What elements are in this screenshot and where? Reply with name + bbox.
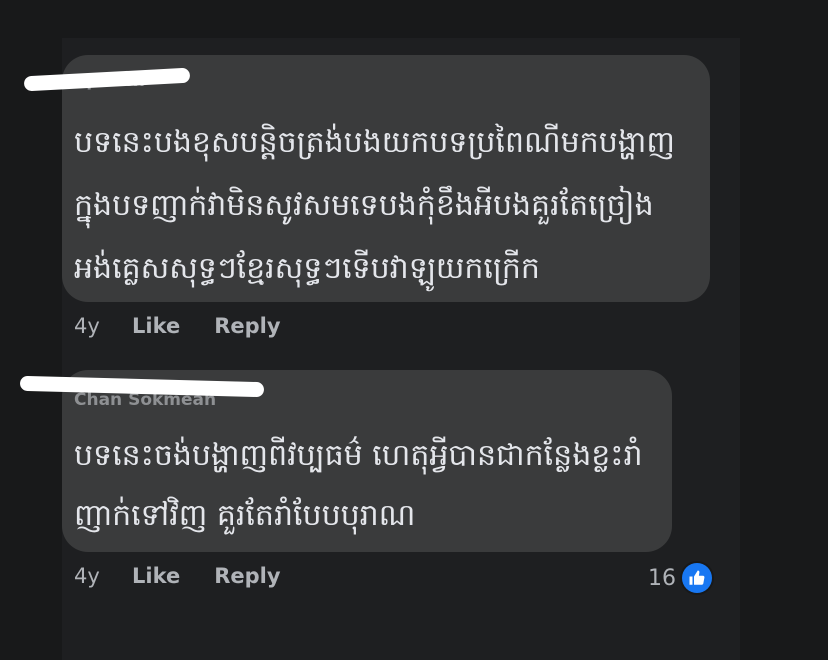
- comment-text: បទនេះបងខុសបន្តិចត្រង់បងយកបទប្រពៃណីមកបង្ហ…: [74, 125, 675, 286]
- reaction-summary[interactable]: 16: [648, 563, 712, 593]
- comment-actions: 4y Like Reply: [74, 564, 315, 588]
- thumbs-up-icon: [682, 563, 712, 593]
- comment-bubble: Chan Sokmean បទនេះចង់បង្ហាញពីវប្បធម៌ ហេត…: [62, 370, 672, 552]
- comment-age[interactable]: 4y: [74, 564, 132, 588]
- reply-button[interactable]: Reply: [214, 314, 280, 338]
- comment-age[interactable]: 4y: [74, 314, 132, 338]
- reply-button[interactable]: Reply: [214, 564, 280, 588]
- like-button[interactable]: Like: [132, 564, 180, 588]
- comment-actions: 4y Like Reply: [74, 314, 315, 338]
- comment-bubble: Sp Pich បទនេះបងខុសបន្តិចត្រង់បងយកបទប្រពៃ…: [62, 55, 710, 302]
- comment-text: បទនេះចង់បង្ហាញពីវប្បធម៌ ហេតុអ្វីបានជាកន្…: [74, 438, 643, 533]
- reaction-count: 16: [648, 565, 676, 591]
- like-button[interactable]: Like: [132, 314, 180, 338]
